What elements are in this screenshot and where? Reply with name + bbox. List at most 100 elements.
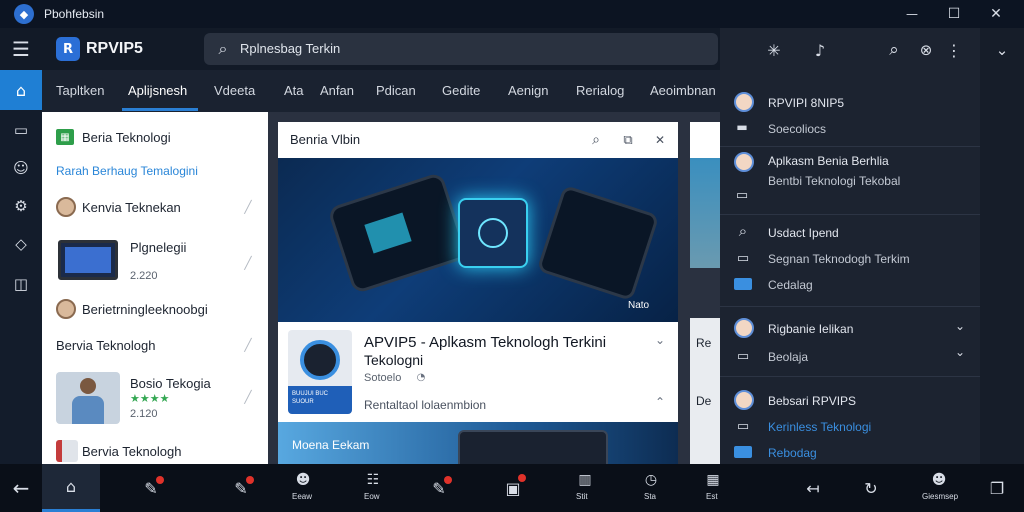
content-area: ▦ Beria Teknologi Rarah Berhaug Temalogi…	[42, 112, 720, 464]
music-icon[interactable]: ♪	[808, 38, 832, 62]
tab-4[interactable]: Anfan	[320, 70, 354, 112]
tab-2[interactable]: Vdeeta	[214, 70, 255, 112]
person-thumbnail	[56, 372, 120, 424]
list-item[interactable]: ▦ Beria Teknologi	[42, 126, 268, 150]
edit-icon[interactable]: ╱	[240, 198, 256, 216]
article-meta: Sotoelo	[364, 372, 402, 384]
notification-badge	[246, 476, 254, 484]
edit-icon[interactable]: ╱	[240, 336, 256, 354]
chat-icon[interactable]: ☷	[360, 470, 386, 490]
sidebar-section-link[interactable]: Rarah Berhaug Temalogini	[56, 164, 198, 178]
panel-row[interactable]: RPVIPI 8NIP5 ▬ Soecoliocs	[720, 90, 980, 140]
refresh-icon[interactable]: ↻	[858, 474, 884, 502]
folder-rail-icon[interactable]: ▭	[0, 114, 42, 146]
panel-row[interactable]: Rigbanie Ielikan ⌄ ▭ Beolaja ⌄	[720, 316, 980, 370]
panel-row-title: Bebsari RPVIPS	[768, 394, 857, 408]
home-rail-icon[interactable]: ⌂	[0, 70, 42, 110]
open-external-icon[interactable]: ⧉	[618, 130, 638, 150]
back-arrow-icon[interactable]: ←	[8, 474, 34, 502]
tab-1[interactable]: Aplijsnesh	[128, 70, 187, 112]
person-body-icon	[72, 396, 104, 424]
hamburger-menu-icon[interactable]: ☰	[8, 34, 34, 64]
laptop-thumbnail	[58, 240, 118, 280]
tab-6[interactable]: Gedite	[442, 70, 480, 112]
window-icon: ▭	[736, 418, 750, 434]
panel-row-sub: Beolaja	[768, 350, 809, 364]
user-group-icon[interactable]: ☻	[926, 470, 952, 490]
chevron-down-icon[interactable]: ⌄	[992, 38, 1012, 62]
edit-icon[interactable]: ╱	[240, 388, 256, 406]
grid-icon[interactable]: ▦	[700, 470, 726, 490]
sparkle-icon[interactable]: ✳	[762, 38, 786, 62]
sync-icon[interactable]: ⊗	[914, 38, 938, 62]
home-puzzle-icon[interactable]: ⌂	[42, 464, 100, 512]
tab-7[interactable]: Aenign	[508, 70, 548, 112]
minimize-button[interactable]: —	[900, 0, 924, 28]
mail-icon	[734, 278, 752, 290]
list-item[interactable]: Plgnelegii 2.220 ╱	[42, 236, 268, 288]
grid-app-icon: ▦	[56, 129, 74, 145]
chevron-down-icon[interactable]: ⌄	[952, 318, 968, 334]
list-item-label: Berietrningleeknoobgi	[82, 302, 208, 317]
stats-icon[interactable]: ▥	[572, 470, 598, 490]
list-item[interactable]: Bervia Teknologh ╱	[42, 332, 268, 358]
chevron-down-icon[interactable]: ⌄	[652, 332, 668, 348]
search-bar[interactable]: ⌕ Rplnesbag Terkin	[204, 33, 718, 65]
peek-card-label: De	[696, 394, 712, 408]
edit-icon[interactable]: ╱	[240, 254, 256, 272]
more-options-icon[interactable]: ⋮	[946, 38, 962, 62]
panel-row[interactable]: ⌕ Usdact Ipend ▭ Segnan Teknodogh Terkim…	[720, 220, 980, 300]
tab-8[interactable]: Rerialog	[576, 70, 624, 112]
article-title[interactable]: APVIP5 - Aplkasm Teknologh Terkini	[364, 334, 606, 351]
app-icon-label: BUUJUI BUC SUOUR	[292, 391, 329, 405]
panel-row[interactable]: Bebsari RPVIPS ▭ Kerinless Teknologi Reb…	[720, 388, 980, 464]
shape-rail-icon[interactable]: ◇	[0, 228, 42, 260]
camera-graphic-icon	[300, 340, 340, 380]
list-item[interactable]: Bervia Teknologh	[42, 438, 268, 464]
close-icon[interactable]: ✕	[650, 130, 670, 150]
chevron-up-icon[interactable]: ⌃	[652, 394, 668, 410]
list-item[interactable]: Bosio Tekogia ★★★★ 2.120 ╱	[42, 368, 268, 428]
panel-row-link[interactable]: Kerinless Teknologi	[768, 420, 871, 434]
next-card[interactable]: Moena Eekam	[278, 422, 678, 464]
people-icon[interactable]: ☻	[290, 470, 316, 490]
peek-card-label: Re	[696, 336, 712, 350]
clock-icon[interactable]: ◷	[638, 470, 664, 490]
panel-row-link[interactable]: Rebodag	[768, 446, 817, 460]
article-card[interactable]: Benria Vlbin ⌕ ⧉ ✕ Nato BUUJUI BUC SUOUR…	[278, 122, 678, 424]
tab-0[interactable]: Tapltken	[56, 70, 104, 112]
list-item-label: Bervia Teknologh	[82, 444, 182, 459]
search-input[interactable]: Rplnesbag Terkin	[240, 41, 340, 56]
peek-card[interactable]: Re De	[690, 318, 720, 464]
right-strip: ⌄	[980, 28, 1024, 464]
chevron-down-icon[interactable]: ⌄	[952, 344, 968, 360]
window-title: Pbohfebsin	[44, 7, 105, 21]
hero-caption: Nato	[628, 300, 650, 311]
tab-9[interactable]: Aeoimbnan	[650, 70, 716, 112]
settings-rail-icon[interactable]: ⚙	[0, 190, 42, 222]
window-rail-icon[interactable]: ◫	[0, 268, 42, 300]
mail-icon	[734, 446, 752, 458]
laptop-screen-icon	[65, 247, 111, 273]
window-switch-icon[interactable]: ❐	[984, 474, 1010, 502]
return-arrow-icon[interactable]: ↤	[800, 474, 826, 502]
search-icon[interactable]: ⌕	[586, 130, 606, 150]
panel-row[interactable]: Aplkasm Benia Berhlia Bentbi Teknologi T…	[720, 150, 980, 210]
search-icon[interactable]: ⌕	[882, 38, 906, 62]
list-item-label: Plgnelegii	[130, 240, 187, 255]
tab-5[interactable]: Pdican	[376, 70, 416, 112]
panel-row-sub: Segnan Teknodogh Terkim	[768, 252, 910, 266]
list-item[interactable]: Berietrningleeknoobgi	[42, 296, 268, 322]
brand-logo-icon: R	[56, 37, 80, 61]
next-card-label: Moena Eekam	[292, 438, 370, 452]
close-button[interactable]: ✕	[984, 0, 1008, 28]
taskbar-label: Giesmsep	[922, 492, 959, 501]
maximize-button[interactable]: ☐	[942, 0, 966, 28]
list-item-label: Beria Teknologi	[82, 130, 171, 145]
list-item-meta: 2.120	[130, 408, 158, 420]
tab-3[interactable]: Ata	[284, 70, 304, 112]
list-item[interactable]: Kenvia Teknekan ╱	[42, 194, 268, 220]
taskbar-label: Eeaw	[292, 492, 313, 501]
list-item-label: Kenvia Teknekan	[82, 200, 181, 215]
user-rail-icon[interactable]: ☺	[0, 152, 42, 184]
